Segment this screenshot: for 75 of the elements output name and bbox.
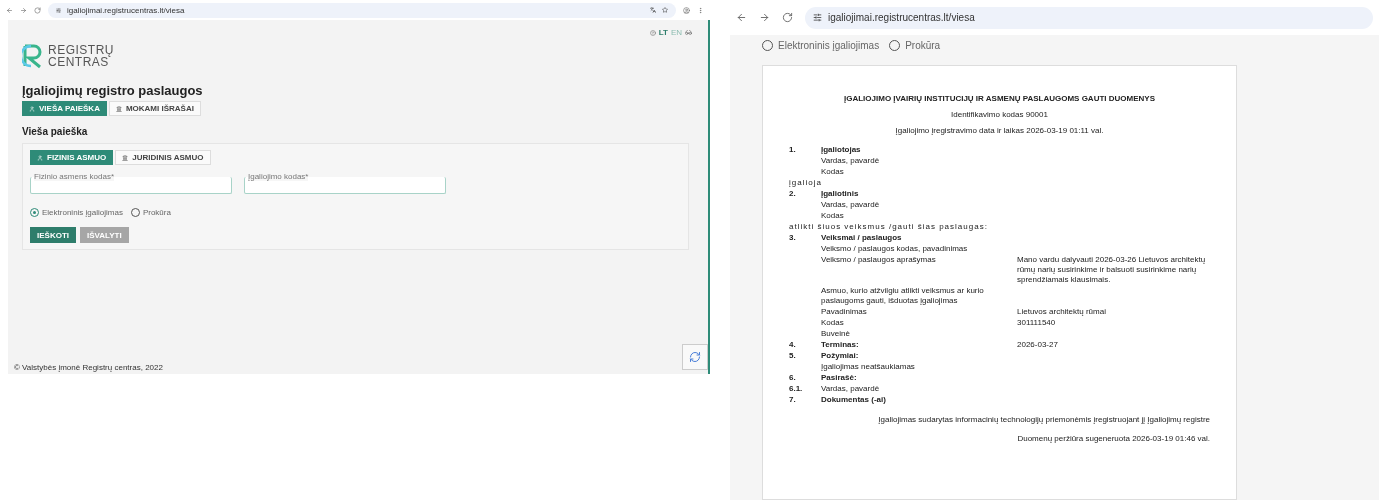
field-label: Buveinė — [821, 329, 851, 339]
radio-option[interactable]: Prokūra — [889, 40, 941, 51]
forward-icon[interactable] — [759, 12, 770, 23]
document-value: 301111540 — [1017, 318, 1057, 328]
document-text: įgalioja — [789, 178, 823, 188]
item-heading: Dokumentas (-ai) — [821, 395, 887, 405]
field-label: Veiksmo / paslaugos kodas, pavadinimas — [821, 244, 969, 254]
person-type-tab[interactable]: FIZINIS ASMUO — [30, 150, 114, 165]
service-tab[interactable]: MOKAMI IŠRAŠAI — [108, 101, 201, 116]
page-title: Įgaliojimų registro paslaugos — [22, 83, 204, 98]
field-label: Kodas — [821, 318, 845, 328]
back-icon[interactable] — [736, 12, 747, 23]
person-type-tab[interactable]: JURIDINIS ASMUO — [115, 150, 211, 165]
field-label: Pavadinimas — [821, 307, 868, 317]
item-number: 4. — [789, 340, 797, 350]
document-value: Lietuvos architektų rūmai — [1017, 307, 1107, 317]
document-value: Mano vardu dalyvauti 2026-03-26 Lietuvos architektų rūmų narių susirinkime ir balsuoti susirinkime narių sprendžiamais klausimais. — [1017, 255, 1207, 285]
item-number: 3. — [789, 233, 797, 243]
item-heading: Pasirašė: — [821, 373, 858, 383]
document-title: ĮGALIOJIMO ĮVAIRIŲ INSTITUCIJŲ IR ASMENŲ PASLAUGOMS GAUTI DUOMENYS — [843, 94, 1156, 103]
person-icon — [29, 105, 35, 112]
language-link[interactable]: LT — [658, 28, 668, 37]
item-heading: Veiksmai / paslaugos — [821, 233, 903, 243]
translate-icon[interactable] — [650, 7, 656, 13]
item-heading: Požymiai: — [821, 351, 860, 361]
item-number: 2. — [789, 189, 797, 199]
field-label: Vardas, pavardė — [821, 200, 881, 210]
item-number: 6. — [789, 373, 797, 383]
field-label: Vardas, pavardė — [821, 384, 881, 394]
document-value: 2026-03-27 — [1017, 340, 1059, 350]
item-heading: Terminas: — [821, 340, 860, 350]
document-note: Įgaliojimas sudarytas informacinių technologijų priemonėmis įregistruojant jį Įgaliojimų registre — [877, 415, 1210, 424]
item-number: 1. — [789, 145, 797, 155]
section-title: Vieša paieška — [22, 126, 89, 137]
url-text: igaliojimai.registrucentras.lt/viesa — [828, 12, 975, 23]
radio-option[interactable]: Prokūra — [130, 208, 171, 217]
logo-text: REGISTRŲ — [48, 44, 114, 56]
radio-option[interactable]: Elektroninis įgaliojimas — [30, 208, 123, 217]
item-heading: Įgaliotinis — [821, 189, 860, 199]
logo-text: CENTRAS — [48, 56, 110, 68]
search-button[interactable]: IEŠKOTI — [30, 227, 76, 243]
address-bar[interactable]: igaliojimai.registrucentras.lt/viesa — [805, 6, 1373, 29]
profile-icon[interactable] — [683, 6, 690, 14]
copyright-text: © Valstybės įmonė Registrų centras, 2022 — [13, 363, 164, 374]
back-icon[interactable] — [6, 6, 13, 14]
field-label: Kodas — [821, 211, 845, 221]
site-settings-icon[interactable] — [813, 13, 822, 22]
item-number: 7. — [789, 395, 797, 405]
address-bar[interactable]: igaliojimai.registrucentras.lt/viesa — [48, 2, 676, 18]
bank-building-icon — [115, 105, 122, 112]
help-icon[interactable] — [649, 29, 656, 36]
site-settings-icon[interactable] — [56, 7, 61, 13]
document-text: Įgaliojimo įregistravimo data ir laikas 2026-03-19 01:11 val. — [894, 126, 1105, 135]
document-text: Identifikavimo kodas 90001 — [950, 110, 1049, 119]
bank-building-icon — [122, 154, 129, 161]
field-label: Įgaliojimas neatšaukiamas — [821, 362, 916, 372]
reload-icon[interactable] — [34, 6, 41, 14]
recaptcha-badge[interactable] — [682, 344, 708, 370]
field-label: Kodas — [821, 167, 845, 177]
reload-icon[interactable] — [782, 12, 793, 23]
url-text: igaliojimai.registrucentras.lt/viesa — [67, 5, 185, 15]
person-icon — [37, 154, 43, 161]
document-note: Duomenų peržiūra sugeneruota 2026-03-19 01:46 val. — [1016, 434, 1210, 443]
glasses-icon[interactable] — [685, 29, 692, 36]
item-number: 5. — [789, 351, 797, 361]
forward-icon[interactable] — [20, 6, 27, 14]
bookmark-star-icon[interactable] — [662, 7, 668, 13]
radio-option[interactable]: Elektroninis įgaliojimas — [762, 40, 880, 51]
service-tab[interactable]: VIEŠA PAIEŠKA — [22, 101, 107, 116]
item-heading: Įgaliotojas — [821, 145, 862, 155]
field-label: Veiksmo / paslaugos aprašymas — [821, 255, 937, 266]
field-label: Asmuo, kurio atžvilgiu atlikti veiksmus ar kurio paslaugoms gauti, išduotas įgaliojimas — [821, 286, 985, 306]
item-number: 6.1. — [789, 384, 804, 394]
document-text: atlikti šiuos veiksmus /gauti šias paslaugas: — [789, 222, 989, 232]
field-label: Vardas, pavardė — [821, 156, 881, 166]
